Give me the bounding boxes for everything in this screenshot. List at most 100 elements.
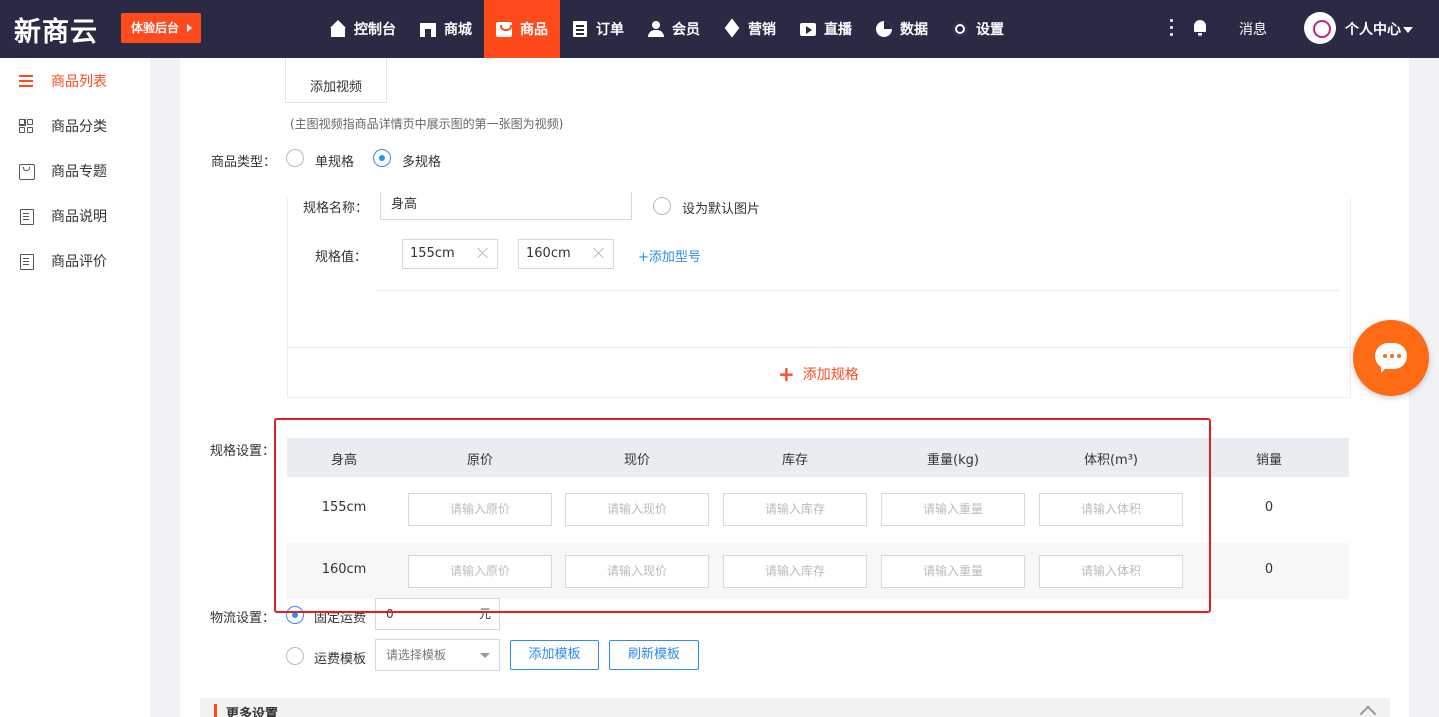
highlight-annotation-box <box>274 418 1211 613</box>
sales-cell: 0 <box>1264 500 1274 515</box>
trial-backend-button[interactable]: 体验后台 <box>121 13 201 43</box>
video-hint: (主图视频指商品详情页中展示图的第一张图为视频) <box>290 117 564 131</box>
spec-name-input[interactable]: 身高 <box>380 192 632 220</box>
radio-shipping-template[interactable] <box>286 647 304 665</box>
nav-item-data[interactable]: 数据 <box>864 0 940 58</box>
nav-item-live[interactable]: 直播 <box>788 0 864 58</box>
chat-dots <box>1383 354 1387 358</box>
doc-icon <box>19 208 34 225</box>
nav-item-settings[interactable]: 设置 <box>940 0 1016 58</box>
nav-label: 数据 <box>900 22 928 38</box>
shipping-template-label: 运费模板 <box>314 652 367 667</box>
spec-value-label: 规格值： <box>315 250 368 265</box>
add-video-label: 添加视频 <box>309 80 362 95</box>
spec-value-tag[interactable]: 160cm <box>518 239 614 269</box>
product-type-label: 商品类型： <box>211 155 277 170</box>
spec-settings-label: 规格设置： <box>210 444 276 459</box>
chevron-down-icon <box>1403 27 1413 33</box>
chat-support-button[interactable] <box>1353 320 1429 396</box>
sidebar-item-product-category[interactable]: 商品分类 <box>0 103 150 148</box>
cube-icon <box>724 21 740 37</box>
chevron-up-icon[interactable] <box>1359 705 1377 717</box>
sidebar-item-label: 商品评价 <box>51 253 107 270</box>
spec-value-text: 160cm <box>526 246 571 261</box>
nav-item-members[interactable]: 会员 <box>636 0 712 58</box>
more-settings-section[interactable]: 更多设置 <box>200 698 1390 717</box>
avatar[interactable] <box>1304 12 1336 44</box>
pie-chart-icon <box>876 21 892 37</box>
chevron-down-icon <box>480 653 490 658</box>
sidebar-item-label: 商品列表 <box>51 73 107 90</box>
divider <box>376 290 1340 291</box>
add-model-link[interactable]: +添加型号 <box>638 246 701 265</box>
radio-single-spec-label: 单规格 <box>315 155 355 170</box>
personal-center-label: 个人中心 <box>1345 22 1401 38</box>
add-video-button[interactable]: 添加视频 <box>285 58 387 103</box>
main-nav: 控制台 商城 商品 订单 会员 营销 直播 数据 设置 <box>318 0 1016 58</box>
add-spec-label: 添加规格 <box>802 367 859 383</box>
top-navigation-bar: 新商云 体验后台 控制台 商城 商品 订单 会员 营销 直播 数据 设置 消息 … <box>0 0 1439 58</box>
nav-item-dashboard[interactable]: 控制台 <box>318 0 408 58</box>
nav-item-orders[interactable]: 订单 <box>560 0 636 58</box>
add-template-button[interactable]: 添加模板 <box>510 640 599 670</box>
nav-label: 商品 <box>520 22 548 38</box>
order-icon <box>572 21 588 37</box>
personal-center-menu[interactable]: 个人中心 <box>1345 19 1413 39</box>
brand-logo[interactable]: 新商云 <box>14 10 98 49</box>
nav-item-products[interactable]: 商品 <box>484 0 560 58</box>
nav-label: 订单 <box>596 22 624 38</box>
nav-label: 控制台 <box>354 22 396 38</box>
nav-label: 会员 <box>672 22 700 38</box>
nav-label: 设置 <box>976 22 1004 38</box>
section-accent-bar <box>214 704 217 717</box>
refresh-template-button[interactable]: 刷新模板 <box>609 640 699 670</box>
doc-icon <box>19 253 34 270</box>
list-icon <box>19 74 33 88</box>
messages-link[interactable]: 消息 <box>1239 19 1267 39</box>
default-image-label: 设为默认图片 <box>682 202 761 217</box>
default-image-radio[interactable] <box>653 197 671 215</box>
grid-icon <box>19 118 33 133</box>
sales-cell: 0 <box>1264 562 1274 577</box>
user-icon <box>648 21 664 37</box>
nav-label: 直播 <box>824 22 852 38</box>
trial-backend-label: 体验后台 <box>131 21 180 35</box>
sidebar-item-product-review[interactable]: 商品评价 <box>0 238 150 283</box>
more-settings-label: 更多设置 <box>226 707 279 717</box>
gear-icon <box>952 21 968 37</box>
spec-name-label: 规格名称： <box>303 201 369 216</box>
add-spec-button[interactable]: + 添加规格 <box>778 362 859 386</box>
sidebar-item-product-description[interactable]: 商品说明 <box>0 193 150 238</box>
divider <box>288 347 1350 348</box>
sidebar-item-label: 商品说明 <box>51 208 107 225</box>
template-placeholder: 请选择模板 <box>386 648 447 662</box>
sidebar-item-product-topic[interactable]: 商品专题 <box>0 148 150 193</box>
chat-bubble-icon <box>1375 343 1407 373</box>
close-icon[interactable] <box>477 247 489 259</box>
sidebar-item-product-list[interactable]: 商品列表 <box>0 58 150 103</box>
bell-icon[interactable] <box>1193 20 1207 36</box>
shop-icon <box>420 21 436 37</box>
nav-label: 营销 <box>748 22 776 38</box>
spec-value-tag[interactable]: 155cm <box>402 239 498 269</box>
more-vertical-icon[interactable] <box>1170 19 1174 39</box>
nav-label: 商城 <box>444 22 472 38</box>
plus-icon: + <box>778 362 795 386</box>
close-icon[interactable] <box>593 247 605 259</box>
live-icon <box>800 21 816 37</box>
home-icon <box>330 20 346 37</box>
nav-item-marketing[interactable]: 营销 <box>712 0 788 58</box>
main-panel: 添加视频 (主图视频指商品详情页中展示图的第一张图为视频) 商品类型： 单规格 … <box>180 58 1409 717</box>
shipping-template-select[interactable]: 请选择模板 <box>375 639 500 671</box>
sidebar-item-label: 商品专题 <box>51 163 107 180</box>
sidebar: 商品列表 商品分类 商品专题 商品说明 商品评价 <box>0 58 150 717</box>
nav-item-mall[interactable]: 商城 <box>408 0 484 58</box>
logistics-label: 物流设置： <box>210 611 276 626</box>
caret-right-icon <box>187 24 192 32</box>
radio-multi-spec[interactable] <box>373 149 391 167</box>
sidebar-item-label: 商品分类 <box>51 118 107 135</box>
radio-single-spec[interactable] <box>286 149 304 167</box>
table-header-cell: 销量 <box>1255 453 1282 468</box>
radio-multi-spec-label: 多规格 <box>402 155 442 170</box>
box-icon <box>19 163 35 180</box>
